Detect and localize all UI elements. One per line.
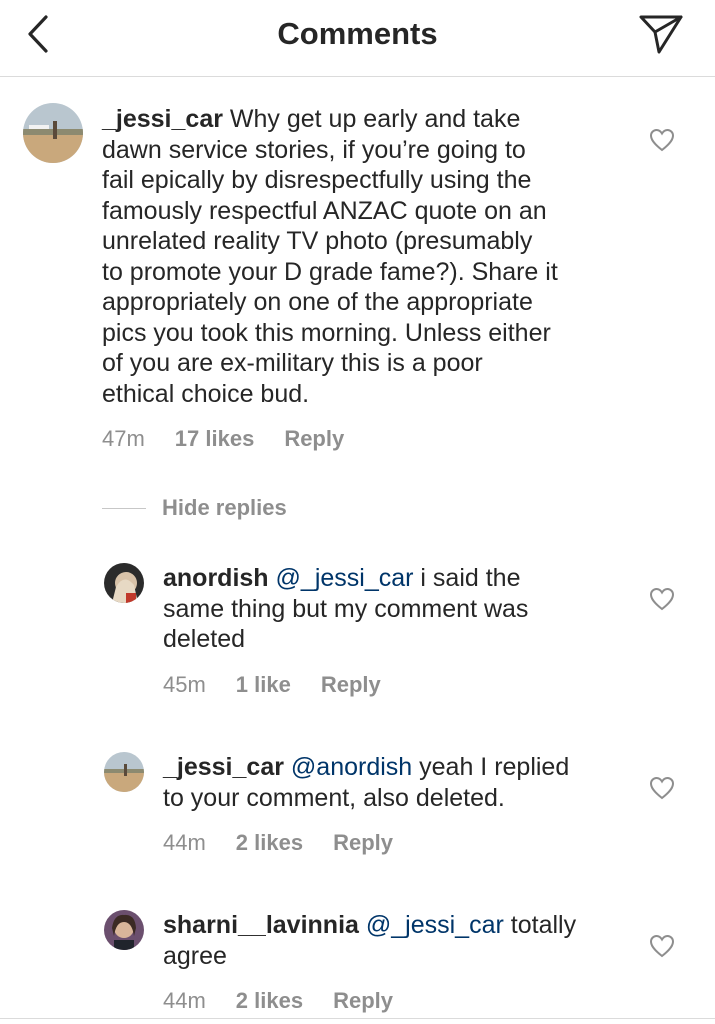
header-bar: Comments <box>0 0 715 77</box>
comment-username[interactable]: sharni__lavinnia <box>163 911 359 939</box>
comment-time: 45m <box>163 672 206 697</box>
comment-time: 44m <box>163 830 206 855</box>
comment-line: pics you took this morning. Unless eithe… <box>102 318 551 347</box>
comment-line: same thing but my comment was <box>163 594 529 623</box>
comment-time: 44m <box>163 988 206 1013</box>
comment-text: sharni__lavinnia @_jessi_car totally agr… <box>163 910 633 971</box>
avatar[interactable] <box>23 103 83 163</box>
mention-link[interactable]: @anordish <box>291 753 412 781</box>
comment-line: fail epically by disrespectfully using t… <box>102 166 532 194</box>
comment-line: i said the <box>420 564 521 592</box>
like-heart-icon[interactable] <box>649 934 675 958</box>
comment-line: Why get up early and take <box>229 105 521 133</box>
comment-meta: 45m 1 like Reply <box>163 672 381 698</box>
comment-meta: 44m 2 likes Reply <box>163 830 393 856</box>
comment-line: appropriately on one of the appropriate <box>102 288 533 316</box>
like-heart-icon[interactable] <box>649 776 675 800</box>
like-heart-icon[interactable] <box>649 128 675 152</box>
avatar[interactable] <box>104 910 144 950</box>
comment-line: yeah I replied <box>419 753 570 781</box>
comment-username[interactable]: _jessi_car <box>163 753 284 781</box>
comment-line: famously respectful ANZAC quote on an <box>102 196 547 225</box>
comment-line: agree <box>163 941 227 970</box>
reply-button[interactable]: Reply <box>284 426 344 451</box>
hide-replies-label: Hide replies <box>162 495 287 520</box>
comment-meta: 44m 2 likes Reply <box>163 988 393 1014</box>
comment-meta: 47m 17 likes Reply <box>102 426 344 452</box>
avatar[interactable] <box>104 563 144 603</box>
avatar[interactable] <box>104 752 144 792</box>
comment-line: dawn service stories, if you’re going to <box>102 135 526 164</box>
like-heart-icon[interactable] <box>649 587 675 611</box>
comment-text: _jessi_car Why get up early and take daw… <box>102 104 642 409</box>
divider <box>102 507 146 509</box>
mention-link[interactable]: @_jessi_car <box>366 911 504 939</box>
divider <box>0 1018 715 1019</box>
likes-count[interactable]: 2 likes <box>236 988 303 1013</box>
comment-text: anordish @_jessi_car i said the same thi… <box>163 563 633 655</box>
comment-username[interactable]: anordish <box>163 564 269 592</box>
page-title: Comments <box>277 16 438 51</box>
likes-count[interactable]: 2 likes <box>236 830 303 855</box>
comment-line: unrelated reality TV photo (presumably <box>102 227 533 255</box>
likes-count[interactable]: 1 like <box>236 672 291 697</box>
paper-plane-icon[interactable] <box>637 12 685 56</box>
reply-button[interactable]: Reply <box>333 988 393 1013</box>
hide-replies-toggle[interactable]: Hide replies <box>102 494 287 522</box>
comment-line: to promote your D grade fame?). Share it <box>102 257 558 286</box>
comment-username[interactable]: _jessi_car <box>102 105 223 133</box>
comment-text: _jessi_car @anordish yeah I replied to y… <box>163 752 633 813</box>
comment-line: totally <box>510 911 577 939</box>
reply-button[interactable]: Reply <box>333 830 393 855</box>
mention-link[interactable]: @_jessi_car <box>276 564 414 592</box>
comment-line: deleted <box>163 625 246 653</box>
comment-line: of you are ex-military this is a poor <box>102 349 483 377</box>
likes-count[interactable]: 17 likes <box>175 426 255 451</box>
comment-line: to your comment, also deleted. <box>163 783 505 812</box>
reply-button[interactable]: Reply <box>321 672 381 697</box>
comment-time: 47m <box>102 426 145 451</box>
comment-line: ethical choice bud. <box>102 379 310 408</box>
